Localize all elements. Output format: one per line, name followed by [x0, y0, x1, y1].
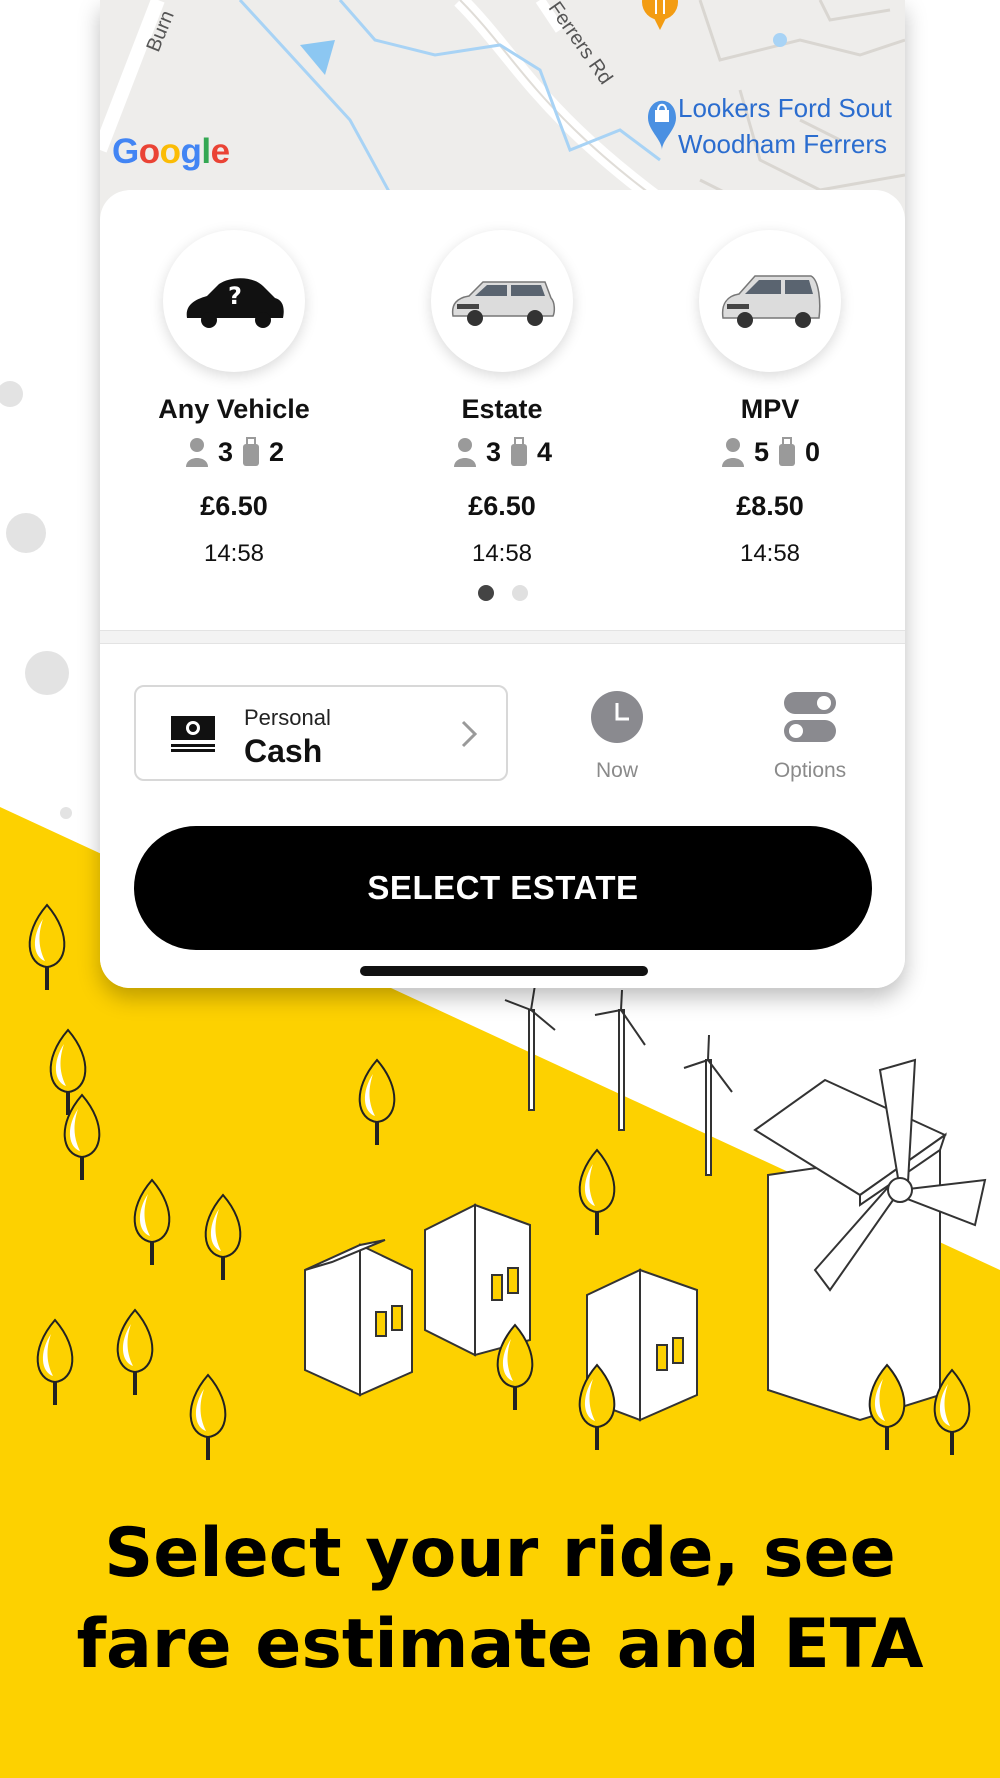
vehicle-price: £8.50: [736, 491, 804, 521]
vehicle-eta: 14:58: [471, 540, 533, 567]
restaurant-pin-icon[interactable]: [642, 0, 678, 30]
marketing-headline: Select your ride, see fare estimate and …: [0, 1508, 1000, 1690]
unknown-car-icon: ?: [163, 230, 305, 372]
luggage-icon: [511, 437, 527, 466]
vehicle-option-estate[interactable]: Estate 3 4 £6.50 14:58: [372, 230, 632, 568]
pager-dot-1[interactable]: [477, 585, 494, 601]
options-selector[interactable]: Options: [750, 690, 870, 783]
passenger-icon: [185, 438, 208, 467]
vehicle-name: Estate: [461, 394, 543, 424]
vehicle-capacity: 5 0: [640, 435, 900, 469]
vehicle-eta: 14:58: [203, 540, 265, 567]
section-divider: [100, 630, 905, 644]
vehicle-capacity: 3 2: [104, 435, 364, 469]
passenger-count: 3: [217, 436, 233, 467]
vehicle-option-any[interactable]: ? Any Vehicle 3 2 £6.50 14:58: [104, 230, 364, 568]
vehicle-option-mpv[interactable]: MPV 5 0 £8.50 14:58: [640, 230, 900, 568]
home-indicator[interactable]: [360, 966, 648, 976]
poi-line2: Woodham Ferrers: [678, 129, 888, 159]
mpv-car-icon: [699, 230, 841, 372]
poi-line1: Lookers Ford Sout: [678, 93, 892, 123]
cash-icon: [171, 716, 215, 752]
pager-dot-2[interactable]: [511, 585, 528, 601]
luggage-count: 4: [537, 436, 553, 467]
luggage-icon: [779, 437, 795, 466]
ride-selection-sheet: ? Any Vehicle 3 2 £6.50 14:58 Estate 3 4…: [100, 190, 905, 988]
toggle-options-icon: [784, 692, 836, 742]
select-vehicle-button[interactable]: SELECT ESTATE: [134, 826, 872, 950]
shopping-pin-icon[interactable]: [648, 100, 676, 150]
clock-icon: [591, 691, 643, 743]
headline-line1: Select your ride, see: [104, 1514, 896, 1593]
time-label: Now: [595, 759, 638, 782]
vehicle-price: £6.50: [200, 491, 268, 521]
vehicle-name: Any Vehicle: [158, 394, 310, 424]
vehicle-carousel[interactable]: ? Any Vehicle 3 2 £6.50 14:58 Estate 3 4…: [100, 230, 905, 567]
chevron-right-icon: [461, 720, 478, 748]
passenger-count: 3: [485, 436, 501, 467]
payment-method-selector[interactable]: Personal Cash: [134, 685, 508, 781]
headline-line2: fare estimate and ETA: [76, 1605, 924, 1684]
payment-method-label: Cash: [244, 733, 323, 769]
options-label: Options: [773, 759, 847, 782]
payment-type-label: Personal: [244, 705, 331, 730]
luggage-count: 0: [805, 436, 821, 467]
google-logo: Google: [112, 132, 230, 171]
vehicle-eta: 14:58: [739, 540, 801, 567]
passenger-count: 5: [753, 436, 769, 467]
vehicle-name: MPV: [740, 394, 800, 424]
poi-label[interactable]: Lookers Ford Sout Woodham Ferrers: [678, 90, 892, 162]
estate-car-icon: [431, 230, 573, 372]
phone-screen: Burn Ferrers Rd Lookers Ford Sout Woodha…: [100, 0, 905, 988]
vehicle-capacity: 3 4: [372, 435, 632, 469]
passenger-icon: [721, 438, 744, 467]
passenger-icon: [453, 438, 476, 467]
time-selector[interactable]: Now: [557, 690, 677, 783]
vehicle-price: £6.50: [468, 491, 536, 521]
carousel-pager[interactable]: [100, 585, 905, 601]
luggage-icon: [243, 437, 259, 466]
luggage-count: 2: [269, 436, 285, 467]
svg-text:?: ?: [228, 282, 242, 310]
